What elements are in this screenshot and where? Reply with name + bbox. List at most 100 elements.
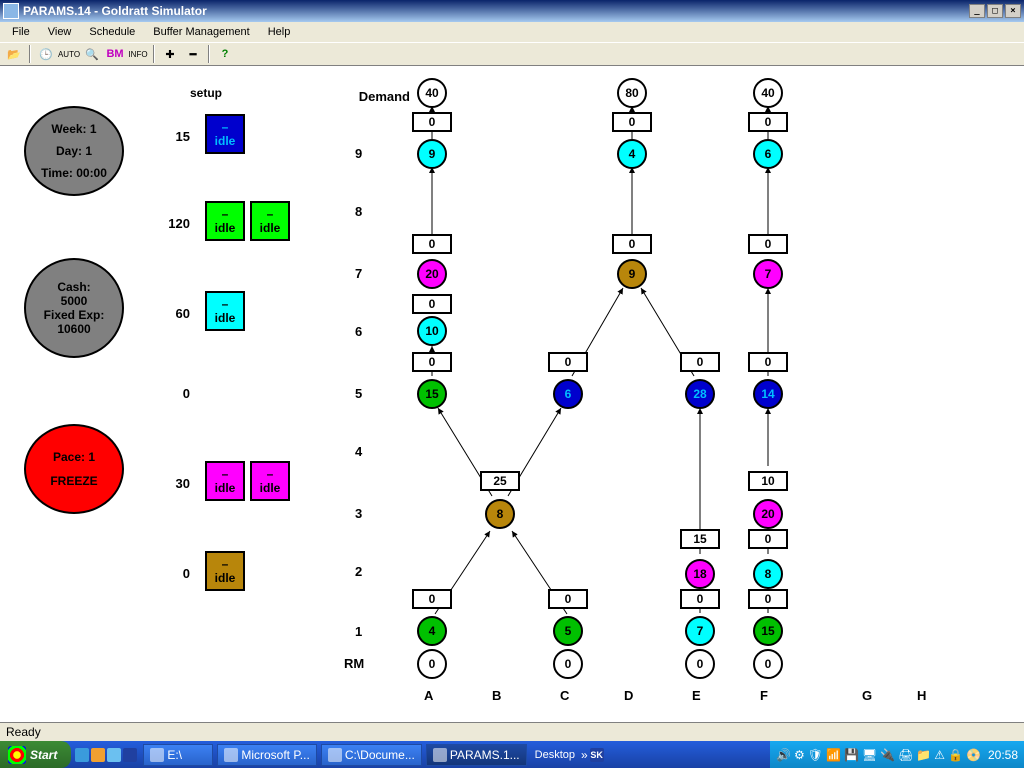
- process-node[interactable]: 14: [753, 379, 783, 409]
- simulation-canvas: Week: 1 Day: 1 Time: 00:00 Cash: 5000 Fi…: [0, 66, 1024, 746]
- maximize-button[interactable]: □: [987, 4, 1003, 18]
- resource-box[interactable]: –idle: [205, 291, 245, 331]
- buffer-box[interactable]: 0: [412, 589, 452, 609]
- tray-clock[interactable]: 20:58: [988, 748, 1018, 762]
- process-node[interactable]: 10: [417, 316, 447, 346]
- tray-icon[interactable]: 📁: [916, 748, 931, 762]
- process-node[interactable]: 8: [753, 559, 783, 589]
- row-5: 5: [355, 386, 362, 401]
- buffer-box[interactable]: 0: [548, 589, 588, 609]
- resource-box[interactable]: –idle: [205, 461, 245, 501]
- buffer-box[interactable]: 0: [412, 352, 452, 372]
- ql-save-icon[interactable]: [123, 748, 137, 762]
- menu-view[interactable]: View: [40, 24, 80, 40]
- ql-outlook-icon[interactable]: [91, 748, 105, 762]
- process-node[interactable]: 28: [685, 379, 715, 409]
- menu-schedule[interactable]: Schedule: [81, 24, 143, 40]
- buffer-box[interactable]: 0: [748, 234, 788, 254]
- buffer-box[interactable]: 0: [412, 112, 452, 132]
- taskbar-item[interactable]: PARAMS.1...: [426, 744, 527, 766]
- taskbar-chevron-icon[interactable]: »: [581, 748, 588, 762]
- menu-file[interactable]: File: [4, 24, 38, 40]
- process-node[interactable]: 7: [685, 616, 715, 646]
- buffer-box[interactable]: 0: [680, 352, 720, 372]
- menu-help[interactable]: Help: [260, 24, 299, 40]
- process-node[interactable]: 7: [753, 259, 783, 289]
- process-node[interactable]: 20: [753, 499, 783, 529]
- process-node[interactable]: 0: [417, 649, 447, 679]
- clock-icon[interactable]: 🕒: [36, 44, 56, 64]
- buffer-box[interactable]: 0: [412, 294, 452, 314]
- tray-icon[interactable]: 🖥: [862, 748, 877, 762]
- process-node[interactable]: 15: [417, 379, 447, 409]
- process-node[interactable]: 20: [417, 259, 447, 289]
- process-node[interactable]: 5: [553, 616, 583, 646]
- taskbar-desktop-label[interactable]: Desktop: [535, 749, 575, 761]
- process-node[interactable]: 9: [617, 259, 647, 289]
- taskbar-lang-icon[interactable]: SK: [590, 748, 604, 762]
- ql-ie-icon[interactable]: [75, 748, 89, 762]
- tray-icon[interactable]: 💾: [844, 748, 859, 762]
- auto-button[interactable]: AUTO: [59, 44, 79, 64]
- process-node[interactable]: 40: [417, 78, 447, 108]
- open-icon[interactable]: 📂: [4, 44, 24, 64]
- pace-label: Pace: 1: [53, 450, 95, 464]
- taskbar-item[interactable]: C:\Docume...: [321, 744, 422, 766]
- process-node[interactable]: 40: [753, 78, 783, 108]
- menu-buffer-management[interactable]: Buffer Management: [145, 24, 257, 40]
- process-node[interactable]: 6: [553, 379, 583, 409]
- minimize-button[interactable]: _: [969, 4, 985, 18]
- taskbar-item[interactable]: E:\: [143, 744, 213, 766]
- tray-icon[interactable]: 🔌: [880, 748, 895, 762]
- buffer-box[interactable]: 0: [748, 529, 788, 549]
- tray-icon[interactable]: 🖨: [898, 748, 913, 762]
- buffer-box[interactable]: 0: [412, 234, 452, 254]
- process-node[interactable]: 6: [753, 139, 783, 169]
- resource-box[interactable]: –idle: [205, 201, 245, 241]
- buffer-box[interactable]: 25: [480, 471, 520, 491]
- process-node[interactable]: 80: [617, 78, 647, 108]
- tray-icon[interactable]: ⚙: [794, 748, 805, 762]
- pace-status[interactable]: Pace: 1 FREEZE: [24, 424, 124, 514]
- info-button[interactable]: INFO: [128, 44, 148, 64]
- tray-icon[interactable]: 📀: [966, 748, 981, 762]
- time-status: Week: 1 Day: 1 Time: 00:00: [24, 106, 124, 196]
- bm-button[interactable]: BM: [105, 44, 125, 64]
- process-node[interactable]: 18: [685, 559, 715, 589]
- help-icon[interactable]: ?: [215, 44, 235, 64]
- process-node[interactable]: 0: [685, 649, 715, 679]
- buffer-box[interactable]: 0: [748, 352, 788, 372]
- process-node[interactable]: 8: [485, 499, 515, 529]
- start-button[interactable]: Start: [0, 741, 71, 768]
- taskbar-item[interactable]: Microsoft P...: [217, 744, 316, 766]
- resource-box[interactable]: –idle: [250, 461, 290, 501]
- buffer-box[interactable]: 0: [680, 589, 720, 609]
- tray-icon[interactable]: 🔊: [776, 748, 791, 762]
- process-node[interactable]: 0: [753, 649, 783, 679]
- tray-icon[interactable]: 🔒: [948, 748, 963, 762]
- buffer-box[interactable]: 10: [748, 471, 788, 491]
- resource-box[interactable]: –idle: [205, 114, 245, 154]
- zoom-icon[interactable]: 🔍: [82, 44, 102, 64]
- buffer-box[interactable]: 0: [548, 352, 588, 372]
- buffer-box[interactable]: 0: [612, 112, 652, 132]
- row-6: 6: [355, 324, 362, 339]
- process-node[interactable]: 4: [417, 616, 447, 646]
- resource-box[interactable]: –idle: [250, 201, 290, 241]
- buffer-box[interactable]: 0: [748, 112, 788, 132]
- resource-box[interactable]: –idle: [205, 551, 245, 591]
- process-node[interactable]: 15: [753, 616, 783, 646]
- ql-desktop-icon[interactable]: [107, 748, 121, 762]
- plus-icon[interactable]: ✚: [160, 44, 180, 64]
- buffer-box[interactable]: 0: [748, 589, 788, 609]
- process-node[interactable]: 4: [617, 139, 647, 169]
- minus-icon[interactable]: ━: [183, 44, 203, 64]
- buffer-box[interactable]: 0: [612, 234, 652, 254]
- buffer-box[interactable]: 15: [680, 529, 720, 549]
- tray-icon[interactable]: ⚠: [934, 748, 945, 762]
- tray-icon[interactable]: 🛡: [808, 748, 823, 762]
- close-button[interactable]: ×: [1005, 4, 1021, 18]
- process-node[interactable]: 0: [553, 649, 583, 679]
- process-node[interactable]: 9: [417, 139, 447, 169]
- tray-icon[interactable]: 📶: [826, 748, 841, 762]
